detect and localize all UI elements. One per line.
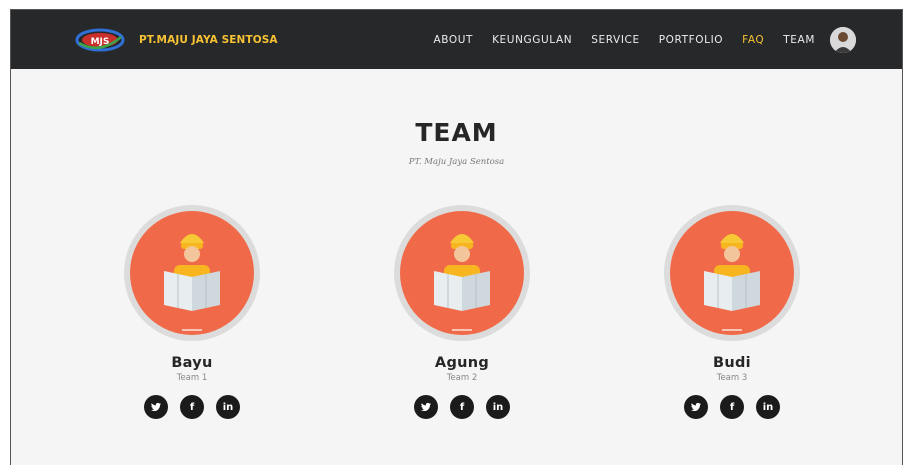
navbar: MJS PT.MAJU JAYA SENTOSA ABOUT KEUNGGULA… <box>11 10 902 69</box>
worker-illustration-icon <box>704 234 760 331</box>
twitter-icon[interactable] <box>414 395 438 419</box>
facebook-icon[interactable]: f <box>720 395 744 419</box>
linkedin-icon[interactable]: in <box>486 395 510 419</box>
member-name: Budi <box>713 355 751 371</box>
nav-about[interactable]: ABOUT <box>433 34 473 46</box>
brand-logo-link[interactable]: MJS PT.MAJU JAYA SENTOSA <box>75 27 278 53</box>
team-member-card: Budi Team 3 f in <box>647 205 817 419</box>
nav-service[interactable]: SERVICE <box>591 34 639 46</box>
member-photo <box>394 205 530 341</box>
team-member-card: Agung Team 2 f in <box>377 205 547 419</box>
logo-text: MJS <box>91 37 110 47</box>
social-links: f in <box>647 395 817 419</box>
linkedin-icon[interactable]: in <box>756 395 780 419</box>
member-photo <box>664 205 800 341</box>
nav-keunggulan[interactable]: KEUNGGULAN <box>492 34 572 46</box>
nav-menu: ABOUT KEUNGGULAN SERVICE PORTFOLIO FAQ T… <box>433 10 902 69</box>
page-frame: MJS PT.MAJU JAYA SENTOSA ABOUT KEUNGGULA… <box>10 9 903 465</box>
linkedin-icon[interactable]: in <box>216 395 240 419</box>
brand-name[interactable]: PT.MAJU JAYA SENTOSA <box>139 34 278 46</box>
team-member-card: Bayu Team 1 f in <box>107 205 277 419</box>
section-subtitle: PT. Maju Jaya Sentosa <box>408 157 505 167</box>
member-name: Bayu <box>171 355 213 371</box>
twitter-icon[interactable] <box>684 395 708 419</box>
facebook-icon[interactable]: f <box>180 395 204 419</box>
social-links: f in <box>377 395 547 419</box>
member-photo <box>124 205 260 341</box>
section-title: TEAM <box>415 118 498 147</box>
mjs-logo: MJS <box>75 27 125 53</box>
user-avatar[interactable] <box>830 26 856 53</box>
worker-illustration-icon <box>164 234 220 331</box>
member-role: Team 1 <box>176 373 208 383</box>
member-role: Team 2 <box>446 373 478 383</box>
facebook-icon[interactable]: f <box>450 395 474 419</box>
twitter-icon[interactable] <box>144 395 168 419</box>
social-links: f in <box>107 395 277 419</box>
member-role: Team 3 <box>716 373 748 383</box>
worker-illustration-icon <box>434 234 490 331</box>
nav-faq[interactable]: FAQ <box>742 34 764 46</box>
nav-team[interactable]: TEAM <box>783 34 815 46</box>
nav-portfolio[interactable]: PORTFOLIO <box>659 34 723 46</box>
member-name: Agung <box>434 355 490 371</box>
